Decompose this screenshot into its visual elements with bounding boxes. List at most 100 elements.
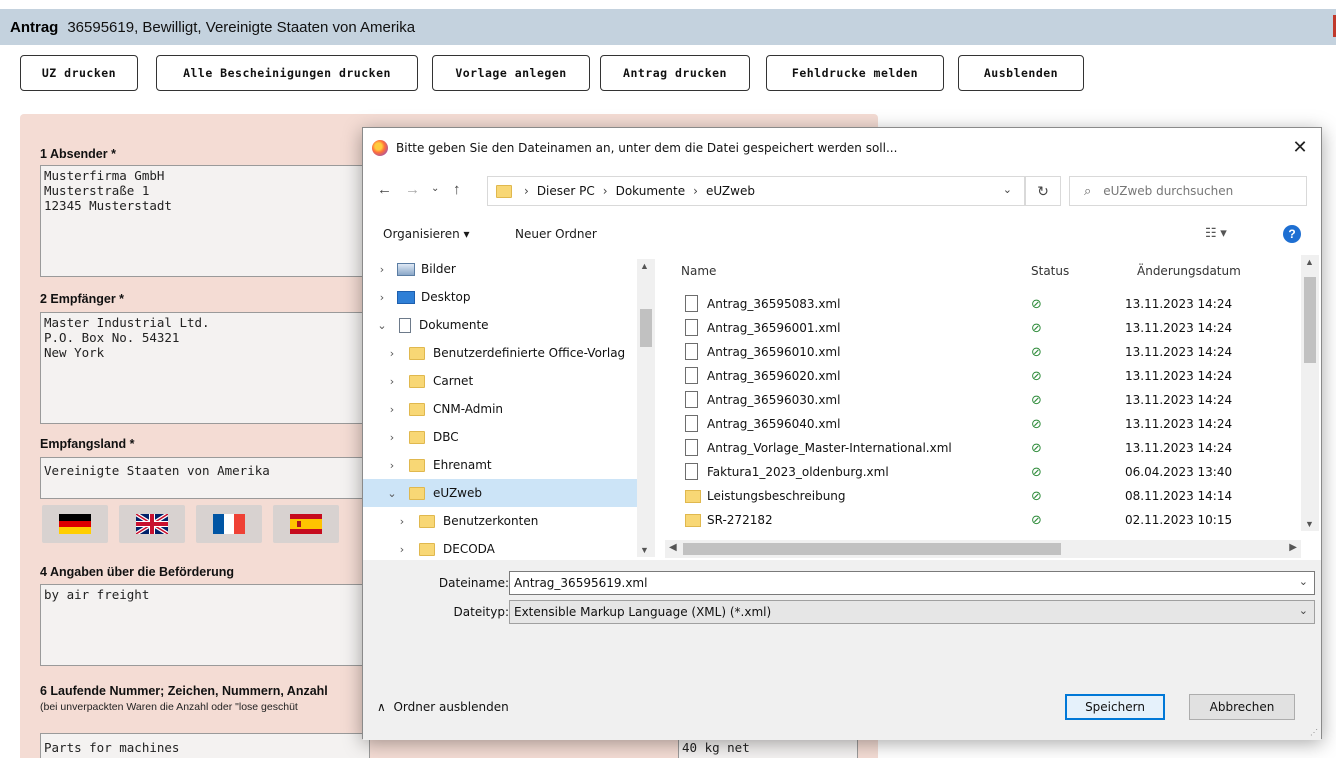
folder-row[interactable]: Leistungsbeschreibung ⊘ 08.11.2023 14:14 bbox=[665, 485, 1305, 509]
close-icon[interactable]: ✕ bbox=[1289, 137, 1311, 158]
chevron-right-icon[interactable]: › bbox=[385, 403, 399, 416]
scroll-left-icon[interactable]: ◀ bbox=[669, 542, 677, 553]
chevron-right-icon[interactable]: › bbox=[375, 263, 389, 276]
file-date: 13.11.2023 14:24 bbox=[1125, 345, 1233, 359]
file-name: Antrag_36596001.xml bbox=[707, 321, 841, 335]
recipient-textarea[interactable]: Master Industrial Ltd. P.O. Box No. 5432… bbox=[40, 312, 370, 424]
view-options-icon[interactable]: ☷ ▾ bbox=[1205, 225, 1227, 241]
forward-arrow-icon[interactable]: → bbox=[405, 181, 420, 198]
file-date: 02.11.2023 10:15 bbox=[1125, 513, 1233, 527]
back-arrow-icon[interactable]: ← bbox=[377, 181, 392, 198]
scroll-down-icon[interactable]: ▼ bbox=[640, 545, 649, 555]
flag-germany-button[interactable] bbox=[42, 505, 108, 543]
country-field[interactable]: Vereinigte Staaten von Amerika bbox=[40, 457, 370, 499]
scroll-down-icon[interactable]: ▼ bbox=[1305, 519, 1314, 529]
breadcrumb-this-pc[interactable]: Dieser PC bbox=[537, 184, 595, 198]
print-application-button[interactable]: Antrag drucken bbox=[600, 55, 750, 91]
flag-uk-button[interactable] bbox=[119, 505, 185, 543]
chevron-right-icon[interactable]: › bbox=[385, 347, 399, 360]
create-template-button[interactable]: Vorlage anlegen bbox=[432, 55, 590, 91]
tree-item-office-templates[interactable]: › Benutzerdefinierte Office-Vorlag bbox=[363, 339, 638, 367]
sync-ok-icon: ⊘ bbox=[1031, 465, 1042, 480]
address-bar[interactable]: › Dieser PC › Dokumente › eUZweb ⌄ bbox=[487, 176, 1025, 206]
help-icon[interactable]: ? bbox=[1283, 225, 1301, 243]
column-header-name[interactable]: Name bbox=[681, 264, 716, 278]
chevron-right-icon[interactable]: › bbox=[385, 459, 399, 472]
marks-textarea[interactable]: Parts for machines bbox=[40, 733, 370, 758]
filename-input[interactable]: Antrag_36595619.xml ⌄ bbox=[509, 571, 1315, 595]
print-uz-button[interactable]: UZ drucken bbox=[20, 55, 138, 91]
chevron-right-icon[interactable]: › bbox=[395, 543, 409, 556]
resize-grip-icon[interactable]: ⋰ bbox=[1310, 728, 1318, 737]
sender-textarea[interactable]: Musterfirma GmbH Musterstraße 1 12345 Mu… bbox=[40, 165, 370, 277]
refresh-icon[interactable]: ↻ bbox=[1025, 176, 1061, 206]
tree-item-dbc[interactable]: › DBC bbox=[363, 423, 638, 451]
flag-spain-button[interactable] bbox=[273, 505, 339, 543]
save-button[interactable]: Speichern bbox=[1065, 694, 1165, 720]
file-row[interactable]: Antrag_36596001.xml ⊘ 13.11.2023 14:24 bbox=[665, 317, 1305, 341]
scroll-thumb[interactable] bbox=[640, 309, 652, 347]
file-row[interactable]: Antrag_36596040.xml ⊘ 13.11.2023 14:24 bbox=[665, 413, 1305, 437]
file-row[interactable]: Faktura1_2023_oldenburg.xml ⊘ 06.04.2023… bbox=[665, 461, 1305, 485]
chevron-down-icon[interactable]: ⌄ bbox=[1299, 575, 1308, 588]
tree-item-label: Carnet bbox=[433, 374, 474, 388]
hide-folders-toggle[interactable]: ∧ Ordner ausblenden bbox=[377, 700, 509, 714]
file-row[interactable]: Antrag_Vorlage_Master-International.xml … bbox=[665, 437, 1305, 461]
flag-france-button[interactable] bbox=[196, 505, 262, 543]
file-row[interactable]: Antrag_36596020.xml ⊘ 13.11.2023 14:24 bbox=[665, 365, 1305, 389]
chevron-right-icon[interactable]: › bbox=[385, 375, 399, 388]
file-row[interactable]: Antrag_36596030.xml ⊘ 13.11.2023 14:24 bbox=[665, 389, 1305, 413]
scroll-thumb[interactable] bbox=[683, 543, 1061, 555]
folder-icon bbox=[409, 458, 425, 472]
column-header-date[interactable]: Änderungsdatum bbox=[1137, 264, 1241, 278]
chevron-up-icon: ∧ bbox=[377, 700, 386, 714]
tree-item-label: Desktop bbox=[421, 290, 471, 304]
file-list-horizontal-scrollbar[interactable]: ◀ ▶ bbox=[665, 540, 1301, 558]
tree-scrollbar[interactable]: ▲ ▼ bbox=[637, 259, 655, 557]
file-list-vertical-scrollbar[interactable]: ▲ ▼ bbox=[1301, 255, 1319, 531]
chevron-right-icon[interactable]: › bbox=[385, 431, 399, 444]
tree-item-decoda[interactable]: › DECODA bbox=[363, 535, 638, 559]
organize-menu[interactable]: Organisieren ▾ bbox=[383, 227, 470, 241]
chevron-down-icon[interactable]: ⌄ bbox=[375, 319, 389, 332]
tree-item-label: eUZweb bbox=[433, 486, 482, 500]
hide-button[interactable]: Ausblenden bbox=[958, 55, 1084, 91]
breadcrumb-separator-icon: › bbox=[524, 184, 529, 198]
file-row[interactable]: Antrag_36595083.xml ⊘ 13.11.2023 14:24 bbox=[665, 293, 1305, 317]
chevron-down-icon[interactable]: ⌄ bbox=[1299, 604, 1308, 617]
tree-item-cnm-admin[interactable]: › CNM-Admin bbox=[363, 395, 638, 423]
search-input[interactable]: ⌕ eUZweb durchsuchen bbox=[1069, 176, 1307, 206]
folder-row[interactable]: SR-272182 ⊘ 02.11.2023 10:15 bbox=[665, 509, 1305, 533]
recent-locations-chevron-icon[interactable]: ⌄ bbox=[431, 183, 439, 194]
tree-item-desktop[interactable]: › Desktop bbox=[363, 283, 638, 311]
scroll-up-icon[interactable]: ▲ bbox=[1305, 257, 1314, 267]
tree-item-benutzerkonten[interactable]: › Benutzerkonten bbox=[363, 507, 638, 535]
tree-item-ehrenamt[interactable]: › Ehrenamt bbox=[363, 451, 638, 479]
tree-item-carnet[interactable]: › Carnet bbox=[363, 367, 638, 395]
filetype-select[interactable]: Extensible Markup Language (XML) (*.xml)… bbox=[509, 600, 1315, 624]
file-row[interactable]: Antrag_36596010.xml ⊘ 13.11.2023 14:24 bbox=[665, 341, 1305, 365]
pictures-icon bbox=[397, 262, 415, 276]
breadcrumb-documents[interactable]: Dokumente bbox=[616, 184, 686, 198]
chevron-down-icon[interactable]: ⌄ bbox=[385, 487, 399, 500]
dialog-bottom-pane: Dateiname: Antrag_36595619.xml ⌄ Dateity… bbox=[363, 560, 1321, 740]
tree-item-label: Benutzerdefinierte Office-Vorlag bbox=[433, 346, 626, 360]
scroll-up-icon[interactable]: ▲ bbox=[640, 261, 649, 271]
print-all-certificates-button[interactable]: Alle Bescheinigungen drucken bbox=[156, 55, 418, 91]
tree-item-bilder[interactable]: › Bilder bbox=[363, 255, 638, 283]
application-info: 36595619, Bewilligt, Vereinigte Staaten … bbox=[67, 18, 416, 36]
report-misprints-button[interactable]: Fehldrucke melden bbox=[766, 55, 944, 91]
column-header-status[interactable]: Status bbox=[1031, 264, 1069, 278]
cancel-button[interactable]: Abbrechen bbox=[1189, 694, 1295, 720]
chevron-right-icon[interactable]: › bbox=[375, 291, 389, 304]
breadcrumb-euzweb[interactable]: eUZweb bbox=[706, 184, 755, 198]
new-folder-button[interactable]: Neuer Ordner bbox=[515, 227, 597, 241]
transport-textarea[interactable]: by air freight bbox=[40, 584, 370, 666]
tree-item-euzweb[interactable]: ⌄ eUZweb bbox=[363, 479, 638, 507]
up-arrow-icon[interactable]: ↑ bbox=[453, 181, 461, 198]
chevron-down-icon[interactable]: ⌄ bbox=[1003, 183, 1012, 196]
scroll-thumb[interactable] bbox=[1304, 277, 1316, 363]
scroll-right-icon[interactable]: ▶ bbox=[1289, 542, 1297, 553]
tree-item-dokumente[interactable]: ⌄ Dokumente bbox=[363, 311, 638, 339]
chevron-right-icon[interactable]: › bbox=[395, 515, 409, 528]
